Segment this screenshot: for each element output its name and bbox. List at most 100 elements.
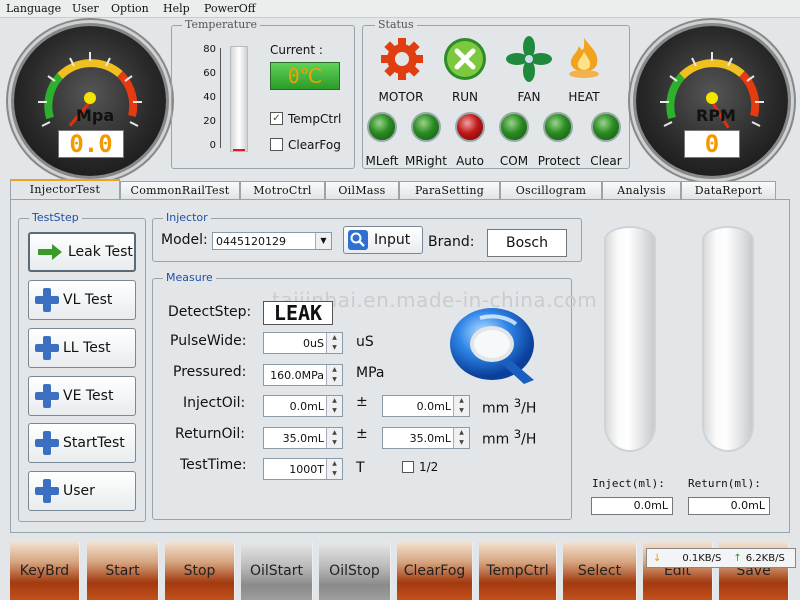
arrow-up-icon: ↑ xyxy=(733,552,742,564)
pressure-readout: 0.0 xyxy=(58,130,124,158)
clearfog-button[interactable]: ClearFog xyxy=(397,542,473,600)
start-test-label: StartTest xyxy=(63,435,125,451)
plus-icon xyxy=(35,479,59,503)
stepper-arrows-icon[interactable]: ▲ ▼ xyxy=(326,428,342,448)
tab-oscillogram[interactable]: Oscillogram xyxy=(500,181,602,200)
pressured-stepper[interactable]: 160.0MPa ▲ ▼ xyxy=(263,364,343,386)
returnoil-unit: mm 3/H xyxy=(482,427,536,448)
tab-injectortest[interactable]: InjectorTest xyxy=(10,179,120,201)
input-button[interactable]: Input xyxy=(343,226,423,254)
protect-label: Protect xyxy=(537,154,581,168)
tempctrl-button[interactable]: TempCtrl xyxy=(479,542,557,600)
stepper-arrows-icon[interactable]: ▲ ▼ xyxy=(326,333,342,353)
measure-legend: Measure xyxy=(163,271,216,284)
rpm-readout: 0 xyxy=(684,130,740,158)
fan-icon xyxy=(506,36,552,82)
tab-parasetting[interactable]: ParaSetting xyxy=(399,181,500,200)
menu-poweroff[interactable]: PowerOff xyxy=(204,2,256,15)
returnoil-stepper[interactable]: 35.0mL ▲ ▼ xyxy=(263,427,343,449)
led-auto xyxy=(455,112,485,142)
pressured-unit: MPa xyxy=(356,365,385,381)
leak-test-label: Leak Test xyxy=(68,244,133,260)
pressure-gauge: Mpa 0.0 xyxy=(14,26,166,176)
keybrd-button[interactable]: KeyBrd xyxy=(10,542,80,600)
injector-legend: Injector xyxy=(163,211,211,224)
returnoil-tolerance-stepper[interactable]: 35.0mL ▲ ▼ xyxy=(382,427,470,449)
stepper-arrows-icon[interactable]: ▲ ▼ xyxy=(453,396,469,416)
tab-datareport[interactable]: DataReport xyxy=(681,181,776,200)
scale-0: 0 xyxy=(209,140,216,151)
scale-80: 80 xyxy=(203,44,216,55)
tempctrl-checkbox[interactable]: ✓ xyxy=(270,112,283,125)
testtime-stepper[interactable]: 1000T ▲ ▼ xyxy=(263,458,343,480)
led-com xyxy=(499,112,529,142)
ll-test-button[interactable]: LL Test xyxy=(28,328,136,368)
menu-help[interactable]: Help xyxy=(163,2,190,15)
clearfog-checkbox[interactable] xyxy=(270,138,283,151)
download-speed: 0.1KB/S xyxy=(682,552,722,564)
injectoil-value: 0.0mL xyxy=(289,400,324,413)
plus-icon xyxy=(35,288,59,312)
stop-button[interactable]: Stop xyxy=(165,542,235,600)
chevron-down-icon: ▼ xyxy=(315,233,331,249)
temperature-group: Temperature 80 60 40 20 0 Current : 0℃ ✓… xyxy=(171,18,355,169)
stepper-arrows-icon[interactable]: ▲ ▼ xyxy=(326,459,342,479)
detectstep-value: LEAK xyxy=(263,301,333,325)
injectoil-tolerance-stepper[interactable]: 0.0mL ▲ ▼ xyxy=(382,395,470,417)
ll-test-label: LL Test xyxy=(63,340,111,356)
arrow-down-icon: ↓ xyxy=(653,552,662,564)
teststep-legend: TestStep xyxy=(29,211,82,224)
unit-tail: /H xyxy=(521,400,537,417)
led-mright xyxy=(411,112,441,142)
select-button[interactable]: Select xyxy=(563,542,637,600)
menu-option[interactable]: Option xyxy=(111,2,149,15)
input-label: Input xyxy=(374,232,411,248)
inject-ml-label: Inject(ml): xyxy=(592,477,665,490)
inject-ml-value: 0.0mL xyxy=(591,497,673,515)
vl-test-label: VL Test xyxy=(63,292,113,308)
model-select[interactable]: 0445120129 ▼ xyxy=(212,232,332,250)
testtime-value: 1000T xyxy=(289,463,324,476)
rpm-unit: RPM xyxy=(696,106,736,125)
tab-analysis[interactable]: Analysis xyxy=(602,181,681,200)
pulsewide-unit: uS xyxy=(356,334,374,350)
mright-label: MRight xyxy=(405,154,447,168)
leak-test-button[interactable]: Leak Test xyxy=(28,232,136,272)
tab-oilmass[interactable]: OilMass xyxy=(325,181,399,200)
unit-mm: mm xyxy=(482,400,510,417)
start-test-button[interactable]: StartTest xyxy=(28,423,136,463)
pressured-value: 160.0MPa xyxy=(270,369,324,382)
pulsewide-stepper[interactable]: 0uS ▲ ▼ xyxy=(263,332,343,354)
pressured-label: Pressured: xyxy=(173,364,247,380)
menu-bar: Language User Option Help PowerOff xyxy=(0,0,800,18)
temperature-axis xyxy=(220,48,224,148)
ve-test-button[interactable]: VE Test xyxy=(28,376,136,416)
user-button[interactable]: User xyxy=(28,471,136,511)
led-protect xyxy=(543,112,573,142)
stepper-arrows-icon[interactable]: ▲ ▼ xyxy=(326,396,342,416)
oilstop-button[interactable]: OilStop xyxy=(319,542,391,600)
detectstep-label: DetectStep: xyxy=(168,304,252,320)
vl-test-button[interactable]: VL Test xyxy=(28,280,136,320)
injectoil-stepper[interactable]: 0.0mL ▲ ▼ xyxy=(263,395,343,417)
menu-language[interactable]: Language xyxy=(6,2,61,15)
scale-20: 20 xyxy=(203,116,216,127)
half-label: 1/2 xyxy=(419,460,439,474)
stepper-arrows-icon[interactable]: ▲ ▼ xyxy=(453,428,469,448)
stepper-arrows-icon[interactable]: ▲ ▼ xyxy=(326,365,342,385)
motor-label: MOTOR xyxy=(378,90,424,104)
tab-commonrailtest[interactable]: CommonRailTest xyxy=(120,181,240,200)
oilstart-button[interactable]: OilStart xyxy=(241,542,313,600)
start-button[interactable]: Start xyxy=(87,542,159,600)
status-legend: Status xyxy=(375,18,417,31)
scale-60: 60 xyxy=(203,68,216,79)
injectoil-label: InjectOil: xyxy=(183,395,246,411)
half-checkbox[interactable] xyxy=(402,461,414,473)
menu-user[interactable]: User xyxy=(72,2,99,15)
temperature-scale: 80 60 40 20 0 xyxy=(172,44,216,164)
pulsewide-label: PulseWide: xyxy=(170,333,247,349)
tab-motroctrl[interactable]: MotroCtrl xyxy=(240,181,325,200)
returnoil-tolerance: 35.0mL xyxy=(409,432,451,445)
clearfog-label: ClearFog xyxy=(288,138,341,152)
led-mleft xyxy=(367,112,397,142)
